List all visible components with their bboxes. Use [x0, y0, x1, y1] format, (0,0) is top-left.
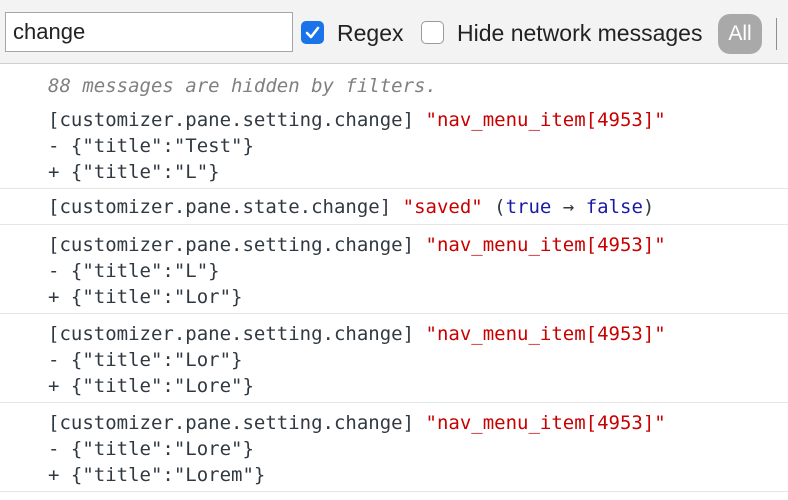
toolbar-divider [776, 18, 777, 50]
log-paren-open: ( [494, 196, 506, 218]
log-new-value: + {"title":"L"} [48, 161, 220, 183]
filter-input[interactable] [5, 12, 293, 52]
log-target: "nav_menu_item[4953]" [425, 412, 666, 434]
all-levels-button[interactable]: All [718, 14, 762, 54]
log-new-value: + {"title":"Lor"} [48, 286, 243, 308]
hide-network-checkbox[interactable] [421, 21, 444, 44]
log-event: [customizer.pane.setting.change] [48, 412, 415, 434]
log-target: "nav_menu_item[4953]" [425, 234, 666, 256]
log-header: [customizer.pane.setting.change] "nav_me… [48, 321, 788, 347]
log-entry: [customizer.pane.state.change] "saved" (… [0, 189, 788, 225]
hide-network-label[interactable]: Hide network messages [457, 19, 702, 47]
hidden-messages-note: 88 messages are hidden by filters. [48, 75, 437, 97]
log-event: [customizer.pane.setting.change] [48, 234, 415, 256]
log-from-value: true [505, 196, 552, 218]
log-entry: [customizer.pane.setting.change] "nav_me… [0, 403, 788, 492]
log-new-value: + {"title":"Lorem"} [48, 464, 266, 486]
log-entry: [customizer.pane.setting.change] "nav_me… [0, 100, 788, 189]
log-event: [customizer.pane.setting.change] [48, 109, 415, 131]
regex-label[interactable]: Regex [337, 19, 403, 47]
log-to-value: false [585, 196, 643, 218]
log-paren-close: ) [642, 196, 655, 218]
log-event: [customizer.pane.setting.change] [48, 323, 415, 345]
log-target: "saved" [402, 196, 483, 218]
log-event: [customizer.pane.state.change] [48, 196, 392, 218]
log-new-value: + {"title":"Lore"} [48, 375, 254, 397]
log-old-value: - {"title":"Lor"} [48, 349, 243, 371]
log-header: [customizer.pane.setting.change] "nav_me… [48, 107, 788, 133]
log-old-value: - {"title":"Test"} [48, 135, 254, 157]
log-entry: [customizer.pane.setting.change] "nav_me… [0, 314, 788, 403]
log-target: "nav_menu_item[4953]" [425, 323, 666, 345]
console-output: 88 messages are hidden by filters. [cust… [0, 64, 788, 492]
log-entry: [customizer.pane.setting.change] "nav_me… [0, 225, 788, 314]
checkmark-icon [305, 26, 320, 39]
log-target: "nav_menu_item[4953]" [425, 109, 666, 131]
log-old-value: - {"title":"L"} [48, 260, 220, 282]
log-header: [customizer.pane.setting.change] "nav_me… [48, 232, 788, 258]
console-filter-toolbar: Regex Hide network messages All [0, 0, 788, 64]
log-header: [customizer.pane.setting.change] "nav_me… [48, 410, 788, 436]
regex-checkbox[interactable] [301, 21, 324, 44]
log-old-value: - {"title":"Lore"} [48, 438, 254, 460]
log-header: [customizer.pane.state.change] "saved" (… [48, 194, 788, 220]
arrow-icon: → [551, 196, 586, 218]
